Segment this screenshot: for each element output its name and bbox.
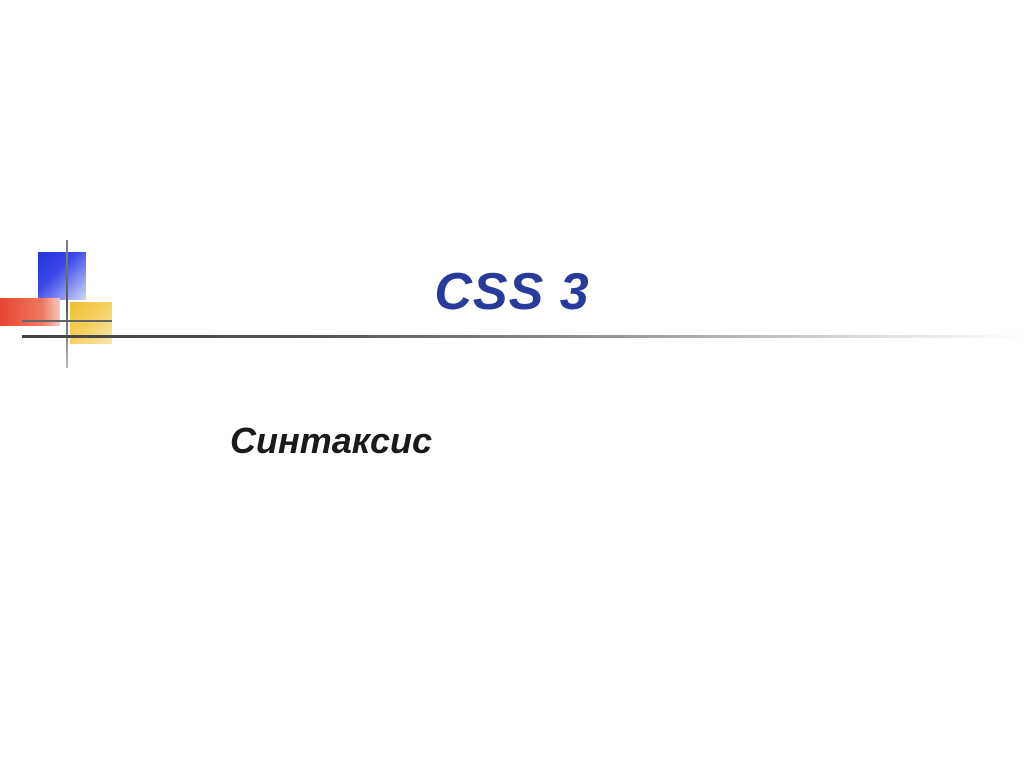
slide-subtitle: Синтаксис — [230, 420, 432, 462]
horizontal-divider — [22, 335, 1022, 338]
slide-title: CSS 3 — [0, 262, 1024, 322]
